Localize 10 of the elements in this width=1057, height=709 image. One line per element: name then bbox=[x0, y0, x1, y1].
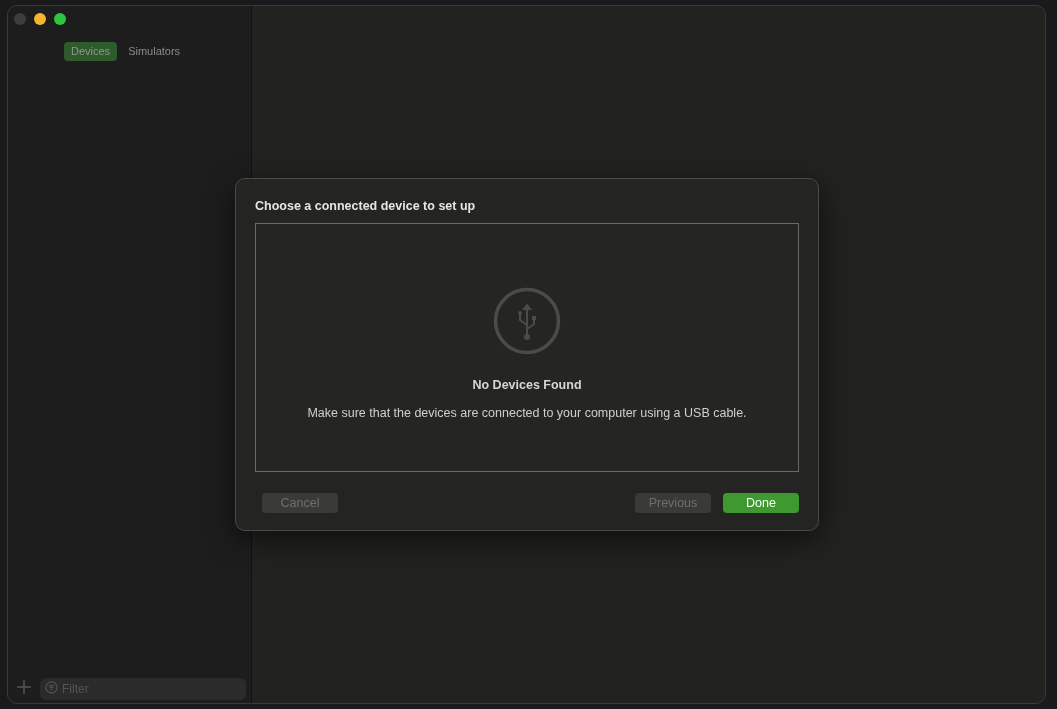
filter-icon bbox=[45, 680, 58, 694]
empty-state-heading: No Devices Found bbox=[472, 377, 582, 394]
empty-state-message: Make sure that the devices are connected to your computer using a USB cable. bbox=[307, 404, 747, 422]
dialog-title: Choose a connected device to set up bbox=[255, 199, 477, 214]
tab[interactable]: Devices bbox=[64, 42, 118, 61]
tab[interactable]: Simulators bbox=[121, 42, 188, 61]
zoom-button[interactable] bbox=[54, 13, 66, 25]
minimize-button[interactable] bbox=[34, 13, 46, 25]
dialog-button[interactable]: Done bbox=[723, 493, 799, 513]
usb-icon bbox=[493, 287, 561, 355]
